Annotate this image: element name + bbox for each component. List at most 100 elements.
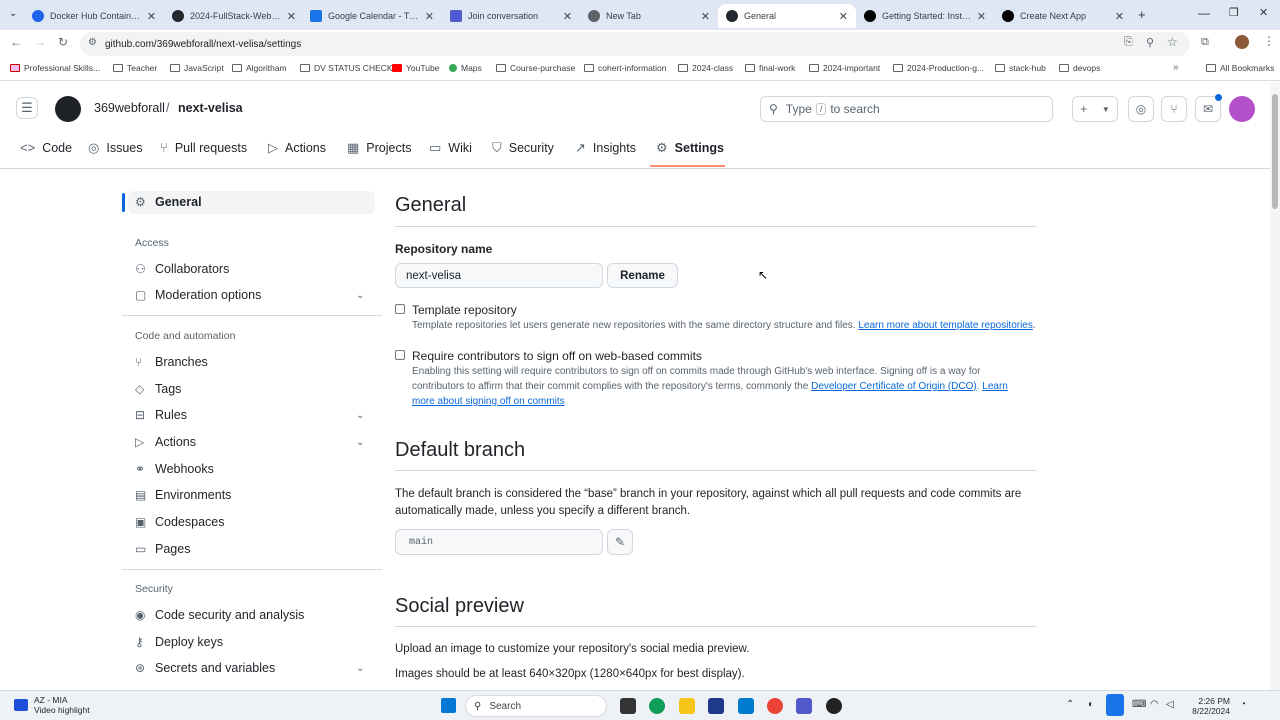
reload-icon[interactable]: ↻ [58,35,68,49]
repo-owner-link[interactable]: 369webforall [94,101,165,115]
browser-tab[interactable]: 2024-FullStack-Web-Deve✕ [164,4,304,28]
browser-tab[interactable]: Join conversation ✕ [442,4,580,28]
sidebar-item-secrets[interactable]: ⊛ Secrets and variables [135,661,275,675]
close-icon[interactable]: ✕ [425,10,434,23]
more-bookmarks-icon[interactable]: » [1173,62,1179,73]
wifi-icon[interactable]: ◠ [1150,699,1159,710]
tab-pull-requests[interactable]: ⑂ Pull requests [160,140,247,155]
install-app-icon[interactable]: ⎘ [1124,36,1133,49]
chevron-down-icon[interactable]: ⌄ [356,410,364,421]
bookmark-folder[interactable]: devops [1059,63,1100,73]
chevron-down-icon[interactable]: ⌄ [356,437,364,448]
tab-issues[interactable]: ◎ Issues [88,140,142,156]
tray-overflow-icon[interactable]: ⌃ [1066,699,1074,710]
tab-actions[interactable]: ▷ Actions [268,140,326,156]
issues-icon[interactable]: ◎ [1128,96,1154,122]
tab-search-icon[interactable]: ⌄ [9,8,17,19]
tab-projects[interactable]: ▦ Projects [347,140,411,156]
all-bookmarks[interactable]: All Bookmarks [1206,63,1274,73]
store-icon[interactable] [708,698,724,714]
signoff-learn-link-a[interactable]: Learn [982,381,1008,392]
sidebar-item-deploy-keys[interactable]: ⚷ Deploy keys [135,635,223,649]
volume-icon[interactable]: ◁ [1166,699,1174,710]
browser-tab[interactable]: New Tab ✕ [580,4,718,28]
dco-link[interactable]: Developer Certificate of Origin (DCO) [811,381,977,392]
close-icon[interactable]: ✕ [1115,10,1124,23]
template-learn-more-link[interactable]: Learn more about template repositories [858,320,1033,331]
sidebar-item-rules[interactable]: ⊟ Rules [135,408,187,422]
window-close-button[interactable]: ✕ [1259,6,1268,19]
global-search-input[interactable]: ⚲ Type / to search [760,96,1053,122]
browser-menu-icon[interactable]: ⋮ [1263,34,1275,48]
sidebar-item-tags[interactable]: ◇ Tags [135,382,181,396]
url-field[interactable]: ⚙ github.com/369webforall/next-velisa/se… [80,32,1190,56]
bookmark-folder[interactable]: DV STATUS CHECK [300,63,393,73]
bookmark-item[interactable]: YouTube [392,63,439,73]
bookmark-folder[interactable]: final-work [745,63,795,73]
keyboard-icon[interactable]: ⌨ [1132,699,1146,710]
sidebar-item-pages[interactable]: ▭ Pages [135,542,190,556]
sidebar-item-branches[interactable]: ⑂ Branches [135,355,208,369]
new-tab-button[interactable]: + [1138,7,1146,22]
bookmark-folder[interactable]: Course-purchase [496,63,575,73]
close-icon[interactable]: ✕ [147,10,156,23]
file-explorer-icon[interactable] [679,698,695,714]
vscode-icon[interactable] [738,698,754,714]
maximize-button[interactable]: ❐ [1229,6,1239,19]
hamburger-menu-icon[interactable]: ☰ [16,97,38,119]
tab-insights[interactable]: ↗ Insights [575,140,636,156]
repo-name-link[interactable]: next-velisa [178,101,243,115]
signoff-checkbox[interactable] [395,350,405,360]
browser-tab-active[interactable]: General ✕ [718,4,856,28]
bookmark-folder[interactable]: 2024-class [678,63,733,73]
signoff-learn-link-b[interactable]: more about signing off on commits [412,396,565,407]
close-icon[interactable]: ✕ [563,10,572,23]
profile-avatar[interactable] [1235,35,1249,49]
sidebar-item-environments[interactable]: ▤ Environments [135,488,231,502]
task-view-icon[interactable] [620,698,636,714]
sidebar-item-code-security[interactable]: ◉ Code security and analysis [135,608,304,622]
sidebar-item-moderation[interactable]: ▢ Moderation options [135,288,261,302]
close-icon[interactable]: ✕ [839,10,848,23]
bookmark-folder[interactable]: 2024-Production-g... [893,63,984,73]
minimize-button[interactable]: — [1198,6,1210,20]
sidebar-item-general[interactable]: ⚙ General [135,195,202,209]
create-new-button[interactable]: + ▼ [1072,96,1118,122]
github-desktop-icon[interactable] [826,698,842,714]
bookmark-folder[interactable]: Algoritham [232,63,287,73]
zoom-icon[interactable]: ⚲ [1146,36,1154,49]
bookmark-item[interactable]: Professional Skills... [10,63,100,73]
bookmark-folder[interactable]: cohert-information [584,63,667,73]
template-checkbox[interactable] [395,304,405,314]
sidebar-item-codespaces[interactable]: ▣ Codespaces [135,515,225,529]
chevron-down-icon[interactable]: ⌄ [356,663,364,674]
pencil-icon[interactable]: ✎ [607,529,633,555]
tab-wiki[interactable]: ▭ Wiki [429,140,472,156]
browser-tab[interactable]: Google Calendar - Thursd✕ [302,4,442,28]
close-icon[interactable]: ✕ [287,10,296,23]
weather-widget[interactable]: AZ - MIA Video highlight [34,695,90,715]
bookmark-folder[interactable]: stack-hub [995,63,1046,73]
close-icon[interactable]: ✕ [701,10,710,23]
bookmark-star-icon[interactable]: ☆ [1167,35,1178,49]
tab-code[interactable]: <> Code [20,140,72,155]
extensions-icon[interactable]: ⧉ [1201,36,1209,49]
browser-tab[interactable]: Create Next App ✕ [994,4,1132,28]
scrollbar-thumb[interactable] [1272,94,1278,209]
github-logo-icon[interactable] [55,96,81,122]
chevron-down-icon[interactable]: ⌄ [356,290,364,301]
close-icon[interactable]: ✕ [977,10,986,23]
chrome-icon[interactable] [767,698,783,714]
clock[interactable]: 2:26 PM 8/22/2024 [1188,696,1230,716]
tab-security[interactable]: ⛉ Security [492,140,554,156]
edge-icon[interactable] [649,698,665,714]
sidebar-item-collaborators[interactable]: ⚇ Collaborators [135,262,229,276]
bookmark-folder[interactable]: JavaScript [170,63,224,73]
teams-icon[interactable] [796,698,812,714]
sidebar-item-webhooks[interactable]: ⚭ Webhooks [135,462,214,476]
forward-icon[interactable]: → [34,35,46,49]
bookmark-item[interactable]: Maps [449,63,482,73]
taskbar-search[interactable]: ⚲ Search [465,695,607,717]
site-info-icon[interactable]: ⚙ [88,37,97,48]
tab-settings[interactable]: ⚙ Settings [656,140,724,156]
